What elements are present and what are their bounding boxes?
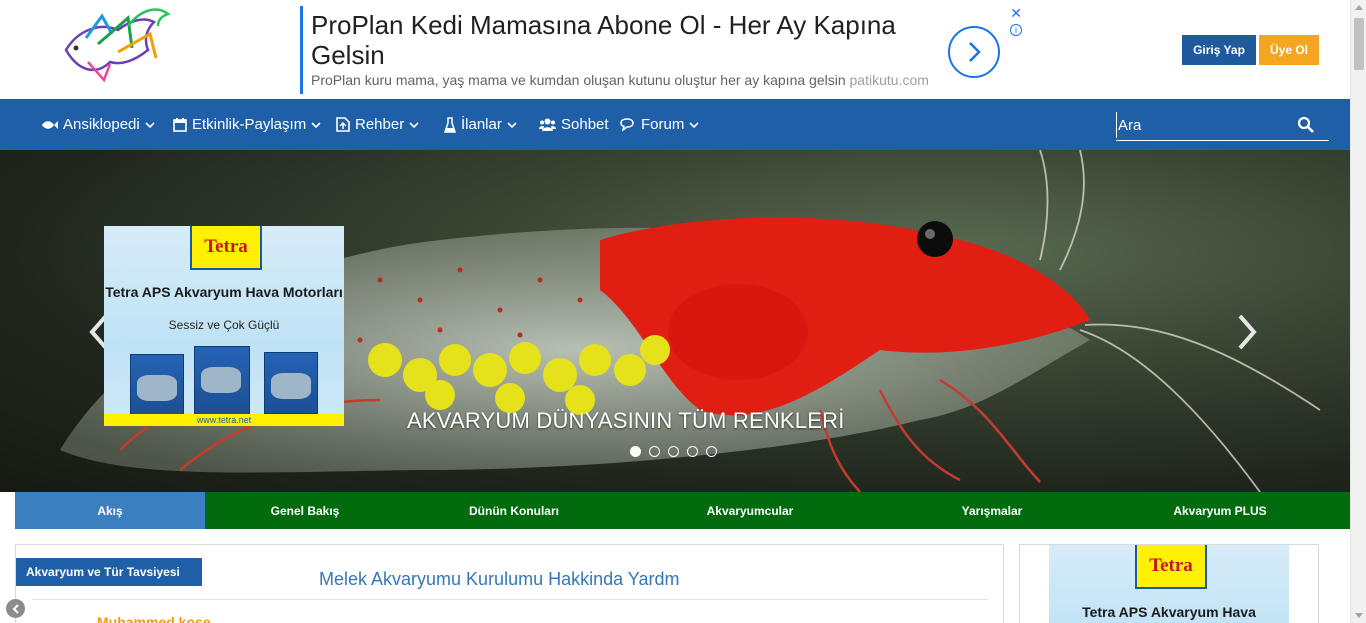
nav-label: Rehber bbox=[355, 116, 405, 133]
ad-close-icon[interactable]: ✕ bbox=[1010, 6, 1022, 20]
ad-headline: Tetra APS Akvaryum Hava bbox=[1082, 604, 1256, 620]
ad-description: ProPlan kuru mama, yaş mama ve kumdan ol… bbox=[311, 72, 929, 88]
ad-open-button[interactable] bbox=[948, 26, 1000, 78]
slider-dot[interactable] bbox=[649, 446, 660, 457]
tetra-side-ad[interactable]: Tetra Tetra APS Akvaryum Hava Motorları … bbox=[104, 226, 344, 426]
flask-icon bbox=[444, 116, 456, 133]
ad-domain[interactable]: patikutu.com bbox=[850, 72, 929, 88]
users-icon bbox=[539, 118, 556, 131]
tab-yarismalar[interactable]: Yarışmalar bbox=[877, 492, 1107, 529]
chevron-down-icon bbox=[311, 121, 321, 128]
calendar-icon bbox=[173, 117, 187, 132]
login-button[interactable]: Giriş Yap bbox=[1182, 35, 1256, 65]
ad-title[interactable]: ProPlan Kedi Mamasına Abone Ol - Her Ay … bbox=[311, 10, 931, 70]
chevron-down-icon bbox=[145, 121, 155, 128]
vertical-scrollbar[interactable] bbox=[1350, 0, 1366, 623]
top-advertisement[interactable]: ProPlan Kedi Mamasına Abone Ol - Her Ay … bbox=[300, 6, 1024, 94]
nav-item-rehber[interactable]: Rehber bbox=[336, 99, 419, 150]
nav-label: Forum bbox=[641, 116, 685, 133]
post-author[interactable]: Muhammed kose bbox=[97, 614, 211, 623]
nav-item-forum[interactable]: Forum bbox=[620, 99, 699, 150]
slider-dot[interactable] bbox=[668, 446, 679, 457]
product-box-image bbox=[130, 354, 184, 416]
chevron-down-icon bbox=[507, 121, 517, 128]
ad-subline: Sessiz ve Çok Güçlü bbox=[168, 318, 280, 332]
divider bbox=[32, 599, 988, 600]
nav-label: İlanlar bbox=[461, 116, 502, 133]
ad-footer-url: www.tetra.net bbox=[104, 414, 344, 426]
hero-caption: AKVARYUM DÜNYASININ TÜM RENKLERİ bbox=[407, 408, 845, 433]
slider-dots bbox=[630, 446, 717, 457]
signup-button[interactable]: Üye Ol bbox=[1259, 35, 1319, 65]
post-title-link[interactable]: Melek Akvaryumu Kurulumu Hakkinda Yardm bbox=[319, 569, 679, 590]
search-box bbox=[1116, 110, 1329, 141]
tetra-sidebar-ad[interactable]: Tetra Tetra APS Akvaryum Hava bbox=[1049, 545, 1289, 623]
search-icon[interactable] bbox=[1297, 116, 1315, 134]
product-box-image bbox=[264, 352, 318, 414]
chevron-right-icon bbox=[969, 42, 981, 62]
chevron-down-icon bbox=[409, 121, 419, 128]
ad-description-text: ProPlan kuru mama, yaş mama ve kumdan ol… bbox=[311, 72, 846, 88]
ad-headline: Tetra APS Akvaryum Hava Motorları bbox=[105, 284, 343, 300]
scroll-down-arrow-icon[interactable] bbox=[1355, 613, 1363, 618]
tetra-logo: Tetra bbox=[1135, 545, 1207, 589]
scroll-thumb[interactable] bbox=[1354, 18, 1364, 70]
product-box-image bbox=[194, 346, 250, 416]
nav-label: Etkinlik-Paylaşım bbox=[192, 116, 307, 133]
scroll-up-arrow-icon[interactable] bbox=[1355, 5, 1363, 10]
site-logo[interactable] bbox=[58, 4, 174, 84]
nav-item-etkinlik[interactable]: Etkinlik-Paylaşım bbox=[173, 99, 321, 150]
nav-label: Ansiklopedi bbox=[63, 116, 140, 133]
site-header: ProPlan Kedi Mamasına Abone Ol - Her Ay … bbox=[0, 0, 1350, 99]
tab-genel-bakis[interactable]: Genel Bakış bbox=[205, 492, 405, 529]
chevron-down-icon bbox=[689, 121, 699, 128]
tab-akvaryumcular[interactable]: Akvaryumcular bbox=[623, 492, 877, 529]
page: ProPlan Kedi Mamasına Abone Ol - Her Ay … bbox=[0, 0, 1366, 623]
fish-icon bbox=[42, 120, 58, 129]
nav-item-ansiklopedi[interactable]: Ansiklopedi bbox=[40, 99, 155, 150]
category-badge[interactable]: Akvaryum ve Tür Tavsiyesi bbox=[16, 558, 202, 586]
slider-dot[interactable] bbox=[630, 446, 641, 457]
chevron-left-icon bbox=[12, 603, 19, 614]
tab-akis[interactable]: Akış bbox=[15, 492, 205, 529]
guide-icon bbox=[336, 117, 350, 132]
content-tabs: Akış Genel Bakış Dünün Konuları Akvaryum… bbox=[15, 492, 1350, 529]
tab-akvaryum-plus[interactable]: Akvaryum PLUS bbox=[1107, 492, 1333, 529]
nav-item-ilanlar[interactable]: İlanlar bbox=[444, 99, 517, 150]
nav-item-sohbet[interactable]: Sohbet bbox=[539, 99, 609, 150]
slider-dot[interactable] bbox=[687, 446, 698, 457]
slider-next-arrow-icon[interactable] bbox=[1236, 312, 1258, 352]
tetra-logo: Tetra bbox=[190, 226, 262, 270]
tab-dunun-konulari[interactable]: Dünün Konuları bbox=[405, 492, 623, 529]
slider-dot[interactable] bbox=[706, 446, 717, 457]
search-input[interactable] bbox=[1116, 112, 1296, 138]
scroll-left-button[interactable] bbox=[6, 599, 25, 618]
comments-icon bbox=[620, 118, 634, 131]
ad-info-icon[interactable]: i bbox=[1010, 24, 1022, 36]
nav-label: Sohbet bbox=[561, 116, 609, 133]
